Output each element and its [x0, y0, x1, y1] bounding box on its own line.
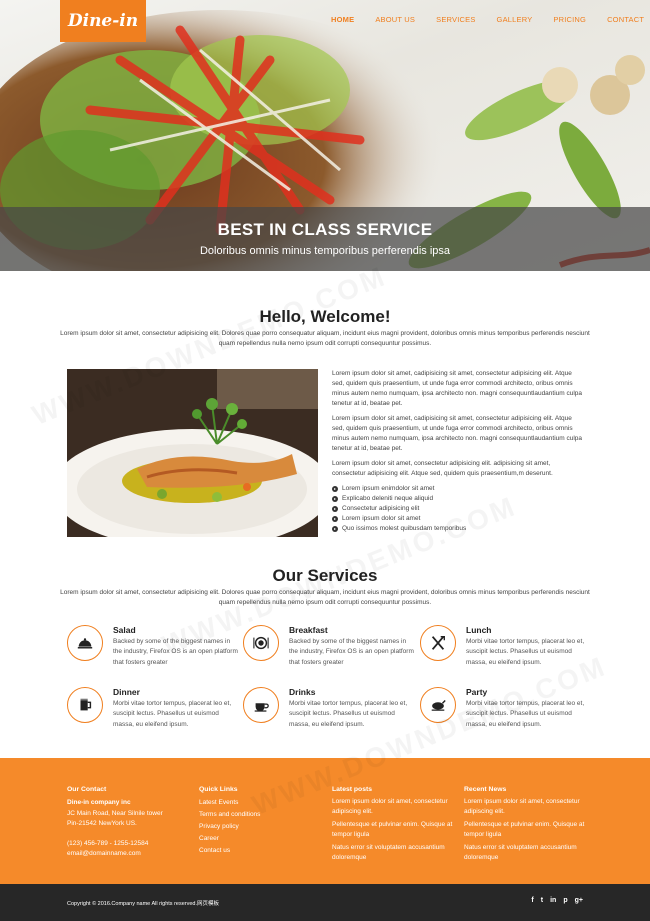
beer-mug-icon	[67, 687, 103, 723]
linkedin-icon[interactable]: in	[550, 897, 556, 904]
about-paragraph-2: Lorem ipsum dolor sit amet, cadipisicing…	[332, 415, 583, 452]
fork-knife-icon	[420, 625, 456, 661]
footer-post[interactable]: Pellentesque et pulvinar enim. Quisque a…	[332, 820, 457, 840]
welcome-intro: Lorem ipsum dolor sit amet, consectetur …	[60, 330, 590, 347]
service-party[interactable]: Party Morbi vitae tortor tempus, placera…	[420, 687, 590, 747]
plate-cutlery-icon	[243, 625, 279, 661]
service-lunch[interactable]: Lunch Morbi vitae tortor tempus, placera…	[420, 625, 590, 685]
footer-link[interactable]: Latest Events	[199, 797, 324, 809]
arrow-circle-icon	[332, 496, 338, 502]
footer-link[interactable]: Privacy policy	[199, 821, 324, 833]
footer-bottom-bar: Copyright © 2016.Company name All rights…	[0, 884, 650, 921]
main-nav: HOME ABOUT US SERVICES GALLERY PRICING C…	[331, 15, 644, 24]
hero-title: BEST IN CLASS SERVICE	[217, 220, 433, 239]
about-paragraph-1: Lorem ipsum dolor sit amet, cadipisicing…	[332, 370, 583, 407]
hero-banner: Dine-in HOME ABOUT US SERVICES GALLERY P…	[0, 0, 650, 271]
service-salad[interactable]: Salad Backed by some of the biggest name…	[67, 625, 238, 685]
nav-pricing[interactable]: PRICING	[553, 15, 586, 24]
list-item: Lorem ipsum enimdolor sit amet	[332, 484, 584, 494]
nav-contact[interactable]: CONTACT	[607, 15, 644, 24]
hero-caption: BEST IN CLASS SERVICE Doloribus omnis mi…	[0, 207, 650, 271]
list-item: Quo issimos molest quibusdam temporibus	[332, 524, 584, 534]
footer-contact: Our Contact Dine-in company inc JC Main …	[67, 786, 163, 857]
arrow-circle-icon	[332, 516, 338, 522]
nav-services[interactable]: SERVICES	[436, 15, 475, 24]
footer-latest-posts: Latest posts Lorem ipsum dolor sit amet,…	[332, 784, 457, 866]
arrow-circle-icon	[332, 526, 338, 532]
pinterest-icon[interactable]: p	[563, 897, 567, 904]
footer-post[interactable]: Natus error sit voluptatem accusantium d…	[464, 843, 589, 863]
nav-gallery[interactable]: GALLERY	[497, 15, 533, 24]
service-breakfast[interactable]: Breakfast Backed by some of the biggest …	[243, 625, 414, 685]
social-links: f t in p g+	[531, 897, 583, 904]
copyright: Copyright © 2016.Company name All rights…	[67, 901, 220, 907]
twitter-icon[interactable]: t	[541, 897, 543, 904]
site-logo[interactable]: Dine-in	[60, 0, 146, 42]
list-item: Lorem ipsum dolor sit amet	[332, 514, 584, 524]
footer-post[interactable]: Pellentesque et pulvinar enim. Quisque a…	[464, 820, 589, 840]
footer-recent-news: Recent News Lorem ipsum dolor sit amet, …	[464, 784, 589, 866]
cloche-icon	[67, 625, 103, 661]
list-item: Explicabo deleniti neque aliquid	[332, 494, 584, 504]
footer-link[interactable]: Contact us	[199, 845, 324, 857]
about-paragraph-3: Lorem ipsum dolor sit amet, consectetur …	[332, 460, 553, 477]
nav-home[interactable]: HOME	[331, 15, 354, 24]
roast-chicken-icon	[420, 687, 456, 723]
service-drinks[interactable]: Drinks Morbi vitae tortor tempus, placer…	[243, 687, 413, 747]
arrow-circle-icon	[332, 486, 338, 492]
nav-about-us[interactable]: ABOUT US	[375, 15, 415, 24]
fish-dish-image	[67, 369, 318, 537]
footer-link[interactable]: Career	[199, 833, 324, 845]
hero-subtitle: Doloribus omnis minus temporibus perfere…	[199, 245, 451, 257]
footer-post[interactable]: Lorem ipsum dolor sit amet, consectetur …	[332, 797, 457, 817]
coffee-cup-icon	[243, 687, 279, 723]
about-list: Lorem ipsum enimdolor sit amet Explicabo…	[332, 484, 584, 534]
footer-post[interactable]: Lorem ipsum dolor sit amet, consectetur …	[464, 797, 589, 817]
list-item: Consectetur adipisicing elit	[332, 504, 584, 514]
footer-post[interactable]: Natus error sit voluptatem accusantium d…	[332, 843, 457, 863]
arrow-circle-icon	[332, 506, 338, 512]
welcome-title: Hello, Welcome!	[259, 307, 391, 326]
about-text: Lorem ipsum dolor sit amet, cadipisicing…	[332, 369, 584, 534]
services-title: Our Services	[272, 566, 378, 585]
service-dinner[interactable]: Dinner Morbi vitae tortor tempus, placer…	[67, 687, 237, 747]
footer: Our Contact Dine-in company inc JC Main …	[0, 758, 650, 884]
footer-quick-links: Quick Links Latest Events Terms and cond…	[199, 784, 324, 857]
facebook-icon[interactable]: f	[531, 897, 533, 904]
google-plus-icon[interactable]: g+	[575, 897, 583, 904]
footer-link[interactable]: Terms and conditions	[199, 809, 324, 821]
services-intro: Lorem ipsum dolor sit amet, consectetur …	[60, 589, 590, 606]
